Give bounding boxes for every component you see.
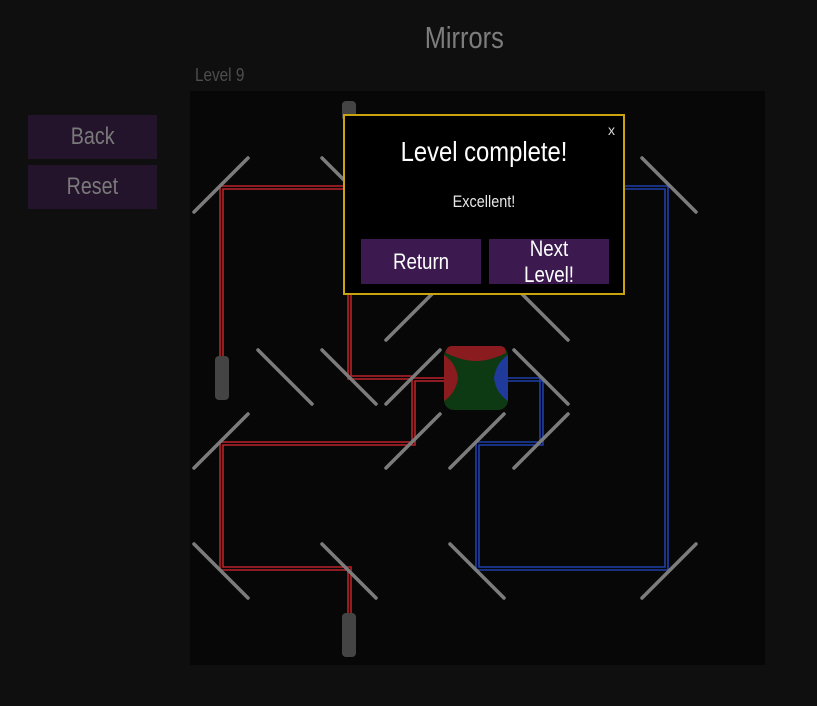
close-icon[interactable]: x: [608, 122, 615, 138]
back-button-label: Back: [70, 123, 115, 150]
level-complete-dialog: x Level complete! Excellent! Return Next…: [343, 114, 625, 295]
return-button-label: Return: [392, 248, 450, 274]
dialog-message: Excellent!: [452, 192, 516, 211]
return-button[interactable]: Return: [361, 239, 481, 284]
red-laser-path-3b: [350, 291, 412, 377]
mirror: [320, 542, 378, 600]
dialog-title: Level complete!: [400, 136, 568, 167]
red-laser-path-2: [219, 346, 477, 613]
level-label: Level 9: [195, 65, 245, 85]
mirror: [448, 542, 506, 600]
reset-button[interactable]: Reset: [28, 165, 157, 209]
mirror: [640, 542, 698, 600]
page-title: Mirrors: [424, 20, 504, 55]
mirror: [256, 348, 314, 406]
mirror: [512, 348, 570, 406]
mirror: [640, 156, 698, 214]
red-laser-path-3: [347, 291, 412, 380]
next-level-button[interactable]: Next Level!: [489, 236, 609, 287]
mirror: [448, 412, 506, 470]
laser-emitter: [215, 356, 229, 400]
target-block: [444, 346, 508, 410]
back-button[interactable]: Back: [28, 115, 157, 159]
mirror: [384, 348, 442, 406]
next-level-button-label: Next Level!: [524, 235, 574, 287]
mirror: [192, 156, 250, 214]
red-laser-path-1: [219, 185, 360, 356]
mirror: [192, 542, 250, 600]
red-laser-path-1b: [222, 188, 360, 356]
mirror: [512, 412, 570, 470]
mirror: [192, 412, 250, 470]
mirror: [320, 348, 378, 406]
laser-emitter: [342, 613, 356, 657]
reset-button-label: Reset: [66, 173, 119, 200]
mirror: [384, 412, 442, 470]
